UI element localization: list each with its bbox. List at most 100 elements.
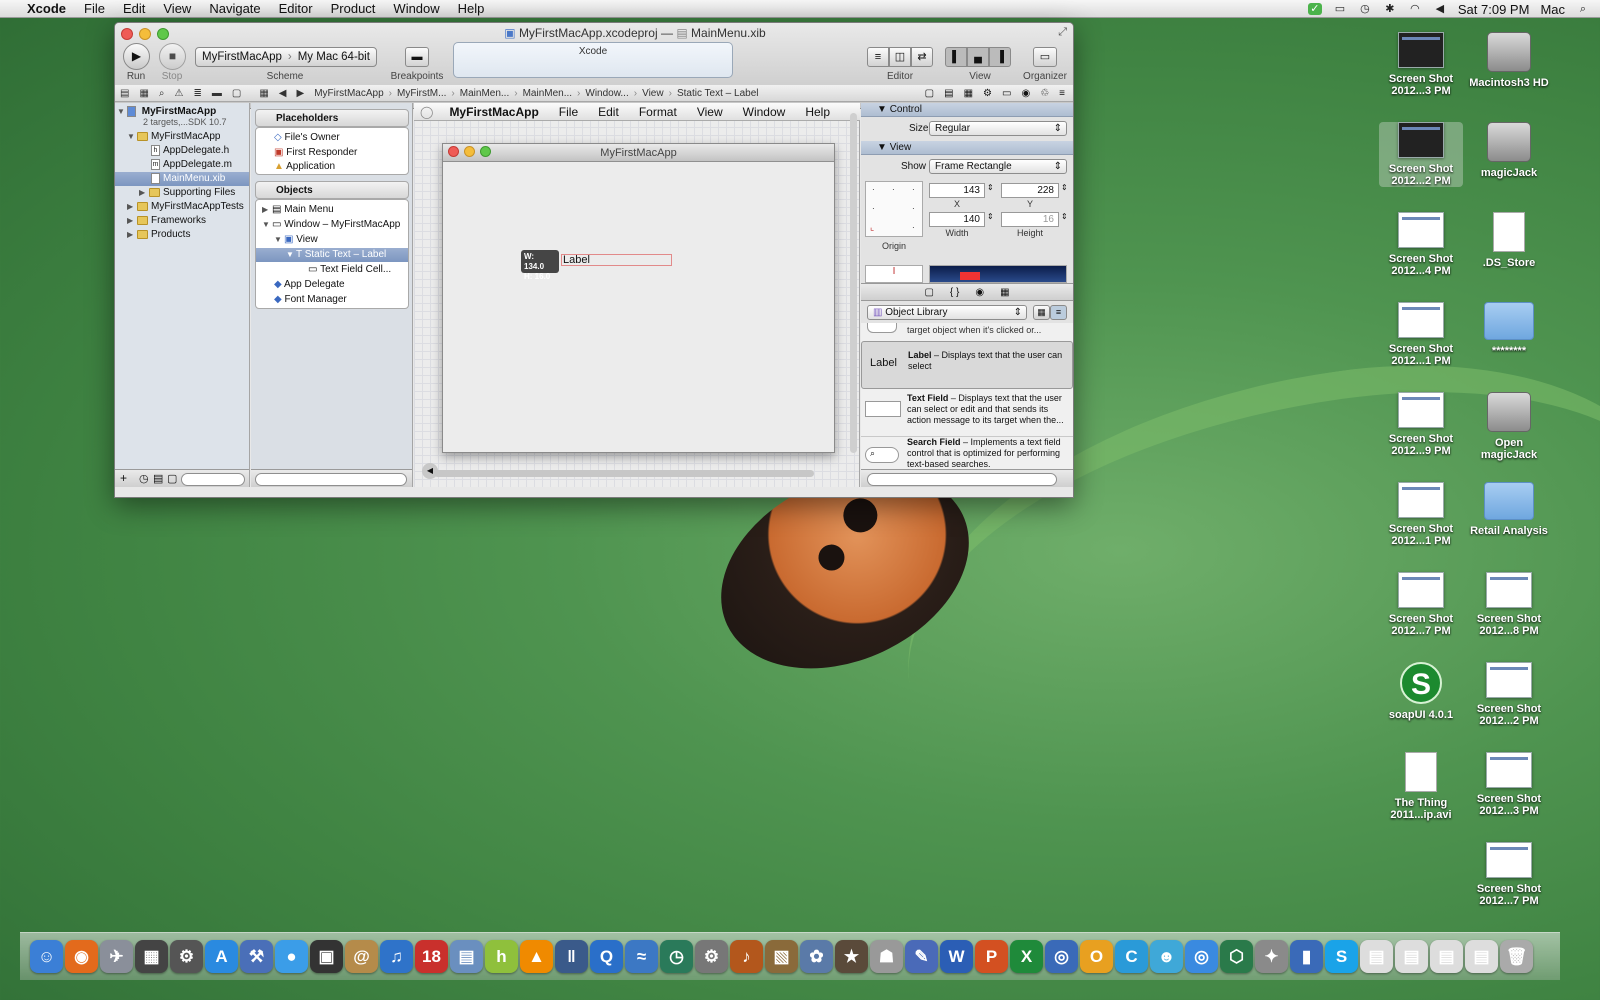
close-button[interactable] xyxy=(121,28,133,40)
outline-main-menu[interactable]: ▶ ▤ Main Menu xyxy=(262,203,334,217)
organizer-button[interactable]: ▭ xyxy=(1033,47,1057,67)
fullscreen-icon[interactable]: ⤢ xyxy=(1058,26,1067,39)
skype-dock-icon[interactable]: S xyxy=(1325,940,1358,973)
file-inspector-icon[interactable]: ▢ xyxy=(925,88,934,99)
quicktime-dock-icon[interactable]: Q xyxy=(590,940,623,973)
desktop-icon[interactable]: Screen Shot 2012...4 PM xyxy=(1379,212,1463,277)
jump-window[interactable]: Window... xyxy=(580,88,633,99)
scheme-popup[interactable]: MyFirstMacApp › My Mac 64-bit xyxy=(195,47,377,67)
outline-font-manager[interactable]: ◆ Font Manager xyxy=(274,293,347,307)
log-nav-icon[interactable]: ▢ xyxy=(227,88,246,99)
control-section-header[interactable]: ▼ Control xyxy=(861,103,1073,117)
nav-item-tests[interactable]: ▶ MyFirstMacAppTests xyxy=(127,200,244,214)
jump-static-text[interactable]: Static Text – Label xyxy=(672,88,764,99)
desktop-icon[interactable]: Screen Shot 2012...1 PM xyxy=(1379,302,1463,367)
desktop-icon[interactable]: The Thing 2011...ip.avi xyxy=(1379,752,1463,821)
menu-file[interactable]: File xyxy=(75,1,114,16)
issue-nav-icon[interactable]: ⚠ xyxy=(170,88,189,99)
navigator-search-input[interactable] xyxy=(181,473,245,486)
minimize-button[interactable] xyxy=(139,28,151,40)
migration-dock-icon[interactable]: ≈ xyxy=(625,940,658,973)
attributes-inspector-icon[interactable]: ⚙ xyxy=(983,88,992,99)
ib-canvas[interactable]: ◯ MyFirstMacApp File Edit Format View Wi… xyxy=(414,103,860,487)
desktop-icon[interactable]: magicJack xyxy=(1467,122,1551,179)
messenger-dock-icon[interactable]: ☻ xyxy=(1150,940,1183,973)
nav-item-frameworks[interactable]: ▶ Frameworks xyxy=(127,214,206,228)
facetime-dock-icon[interactable]: ▣ xyxy=(310,940,343,973)
design-menu-window[interactable]: Window xyxy=(733,105,796,119)
outline-window[interactable]: ▼ ▭ Window – MyFirstMacApp xyxy=(262,218,400,232)
doc-1-dock-icon[interactable]: ▤ xyxy=(1360,940,1393,973)
library-item-search-field[interactable]: ⌕ Search Field – Implements a text field… xyxy=(861,437,1073,471)
effects-inspector-icon[interactable]: ≡ xyxy=(1059,88,1065,99)
desktop-icon[interactable]: Macintosh3 HD xyxy=(1467,32,1551,89)
y-field[interactable]: 228 xyxy=(1001,183,1059,198)
desktop-icon[interactable]: Retail Analysis xyxy=(1467,482,1551,537)
standard-editor-icon[interactable]: ≡ xyxy=(867,47,889,67)
menu-edit[interactable]: Edit xyxy=(114,1,154,16)
outlook-dock-icon[interactable]: O xyxy=(1080,940,1113,973)
tool-dock-icon[interactable]: ✎ xyxy=(905,940,938,973)
nav-item-appdelegate-m[interactable]: m AppDelegate.m xyxy=(151,158,232,172)
width-field[interactable]: 140 xyxy=(929,212,985,227)
doc-4-dock-icon[interactable]: ▤ xyxy=(1465,940,1498,973)
iphoto-dock-icon[interactable]: ✿ xyxy=(800,940,833,973)
desktop-icon[interactable]: Screen Shot 2012...1 PM xyxy=(1379,482,1463,547)
desktop-icon[interactable]: Screen Shot 2012...7 PM xyxy=(1379,572,1463,637)
dashboard-dock-icon[interactable]: ▦ xyxy=(135,940,168,973)
app-store-dock-icon[interactable]: A xyxy=(205,940,238,973)
back-icon[interactable]: ◀ xyxy=(274,88,292,99)
list-view-icon[interactable]: ≡ xyxy=(1050,305,1067,320)
scheme-destination[interactable]: My Mac 64-bit xyxy=(298,48,370,66)
notebook-dock-icon[interactable]: ▮ xyxy=(1290,940,1323,973)
address-book-dock-icon[interactable]: @ xyxy=(345,940,378,973)
desktop-icon[interactable]: Open magicJack xyxy=(1467,392,1551,461)
outline-text-field-cell[interactable]: ▭ Text Field Cell... xyxy=(308,263,391,277)
powerpoint-dock-icon[interactable]: P xyxy=(975,940,1008,973)
breakpoints-button[interactable]: ▬ xyxy=(405,47,429,67)
design-menu-file[interactable]: File xyxy=(549,105,588,119)
project-nav-icon[interactable]: ▤ xyxy=(115,88,134,99)
robot-dock-icon[interactable]: ☗ xyxy=(870,940,903,973)
identity-inspector-icon[interactable]: ▦ xyxy=(964,88,973,99)
menu-editor[interactable]: Editor xyxy=(270,1,322,16)
time-machine-icon[interactable]: ◷ xyxy=(1358,3,1372,15)
horizontal-scrollbar[interactable] xyxy=(434,470,814,477)
connections-inspector-icon[interactable]: ◉ xyxy=(1021,88,1030,99)
add-icon[interactable]: + xyxy=(120,471,127,485)
jump-project[interactable]: MyFirstMacApp xyxy=(309,88,388,99)
stop-button[interactable]: ■ xyxy=(159,43,186,70)
trash-dock-icon[interactable]: 🗑 xyxy=(1500,940,1533,973)
related-items-icon[interactable]: ▦ xyxy=(254,88,273,99)
run-button[interactable]: ▶ xyxy=(123,43,150,70)
status-green-icon[interactable]: ✓ xyxy=(1307,3,1322,15)
outline-first-responder[interactable]: ▣ First Responder xyxy=(274,146,357,160)
library-item-label[interactable]: Label Label – Displays text that the use… xyxy=(861,341,1073,389)
desktop-icon[interactable]: Screen Shot 2012...8 PM xyxy=(1467,572,1551,637)
media-library-icon[interactable]: ▦ xyxy=(1000,284,1009,300)
nav-item-mainmenu-xib[interactable]: MainMenu.xib xyxy=(115,172,249,186)
design-window[interactable]: MyFirstMacApp W: 134.0 H: 16.0 Label xyxy=(442,143,835,453)
word-dock-icon[interactable]: W xyxy=(940,940,973,973)
pause-dock-icon[interactable]: ‖ xyxy=(555,940,588,973)
assistant-editor-icon[interactable]: ◫ xyxy=(889,47,911,67)
desktop-icon[interactable]: Screen Shot 2012...3 PM xyxy=(1467,752,1551,817)
display-icon[interactable]: ▭ xyxy=(1333,3,1347,15)
spotlight-icon[interactable]: ⌕ xyxy=(1576,3,1590,15)
unsaved-filter-icon[interactable]: ▢ xyxy=(167,472,177,485)
symbol-nav-icon[interactable]: ▦ xyxy=(134,88,153,99)
utility-dock-icon[interactable]: ⚙ xyxy=(695,940,728,973)
vlc-dock-icon[interactable]: ▲ xyxy=(520,940,553,973)
outline-files-owner[interactable]: ◇ File's Owner xyxy=(274,131,340,145)
preview-dock-icon[interactable]: ▤ xyxy=(450,940,483,973)
menu-help[interactable]: Help xyxy=(449,1,494,16)
desktop-icon[interactable]: Screen Shot 2012...9 PM xyxy=(1379,392,1463,457)
nav-item-group[interactable]: ▼ MyFirstMacApp xyxy=(127,130,220,144)
outline-static-text[interactable]: ▼ T Static Text – Label xyxy=(256,248,408,262)
scheme-app[interactable]: MyFirstMacApp xyxy=(202,48,282,66)
wifi-icon[interactable]: ◠ xyxy=(1408,3,1422,15)
scm-filter-icon[interactable]: ▤ xyxy=(153,472,163,485)
h-app-dock-icon[interactable]: h xyxy=(485,940,518,973)
itunes-dock-icon[interactable]: ♫ xyxy=(380,940,413,973)
library-popup[interactable]: ▥ Object Library ⇕ xyxy=(867,305,1027,320)
